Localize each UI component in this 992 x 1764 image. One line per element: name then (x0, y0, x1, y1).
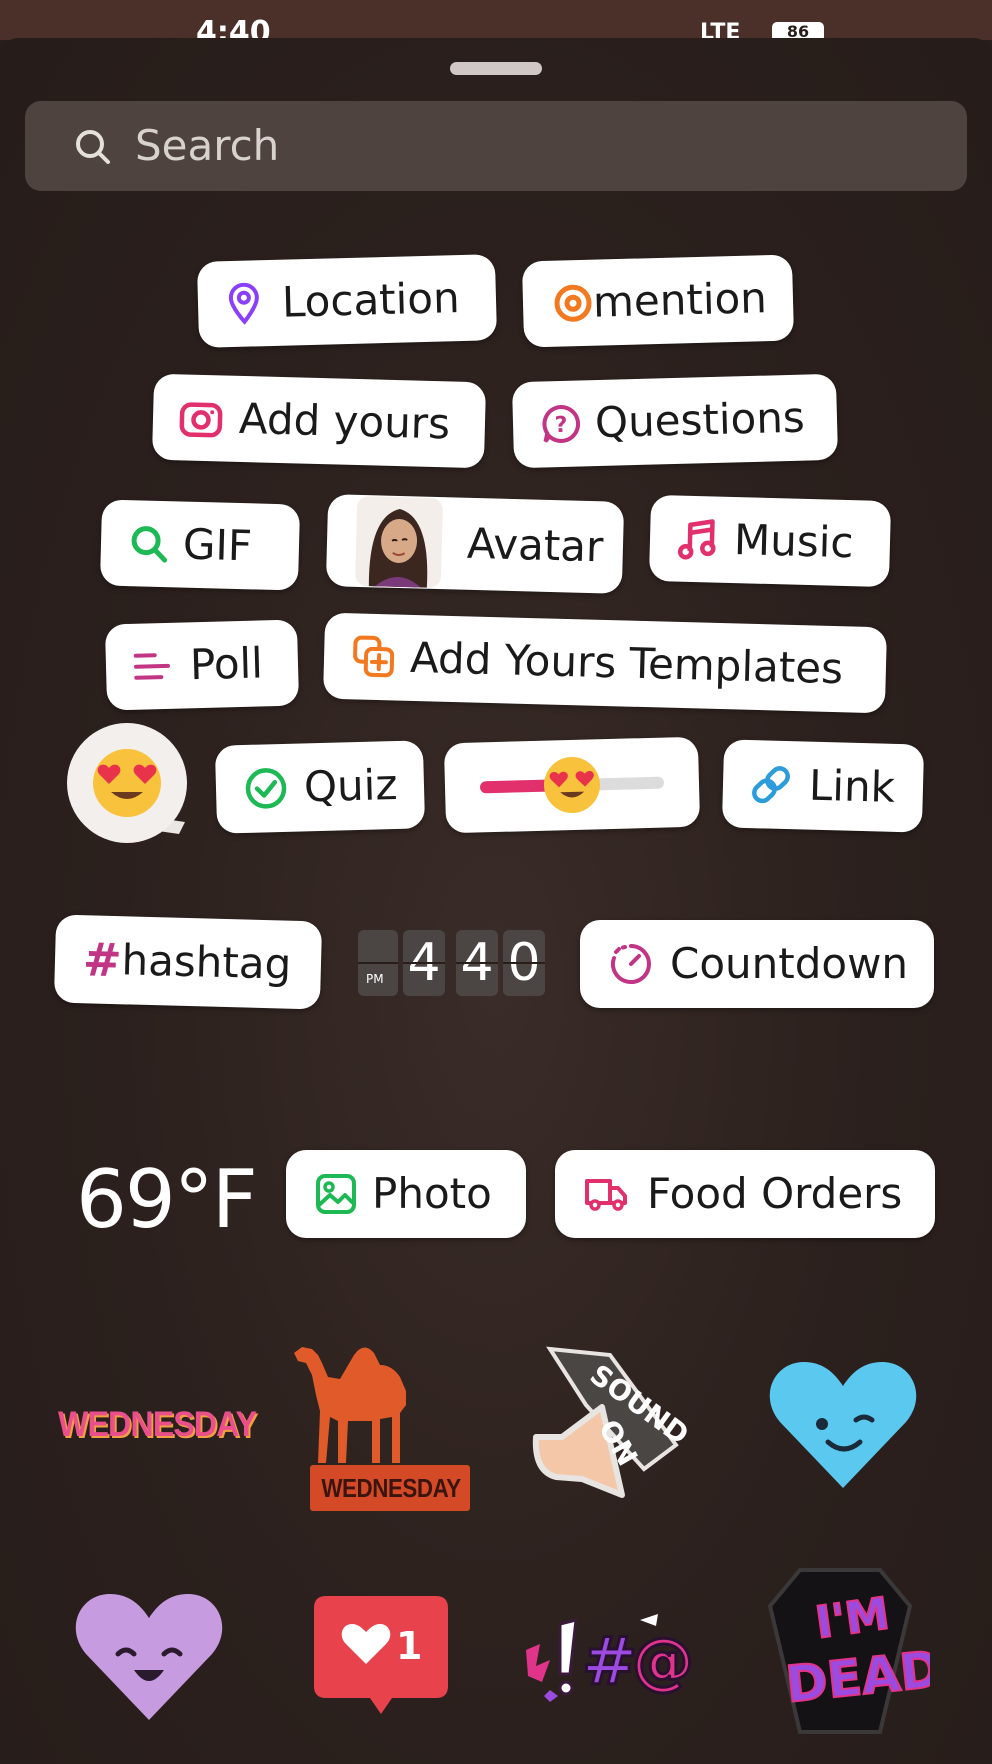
search-icon (127, 523, 172, 564)
templates-icon (352, 634, 397, 679)
food-orders-sticker[interactable]: Food Orders (555, 1150, 935, 1238)
photo-label: Photo (372, 1169, 492, 1218)
clock-sticker[interactable]: PM 4 4 0 (358, 930, 545, 996)
add-yours-sticker[interactable]: Add yours (151, 373, 487, 469)
camel-wednesday-sticker[interactable]: WEDNESDAY (288, 1335, 470, 1511)
blue-heart-icon (769, 1362, 917, 1488)
quiz-sticker[interactable]: Quiz (214, 740, 426, 834)
grawlix-sticker[interactable]: # @ (520, 1610, 710, 1714)
temperature-sticker[interactable]: 69°F (76, 1160, 258, 1240)
camera-icon (179, 397, 224, 438)
location-pin-icon (225, 282, 262, 325)
hashtag-sticker[interactable]: # hashtag (53, 914, 323, 1010)
hashtag-label: hashtag (120, 935, 292, 989)
food-orders-label: Food Orders (647, 1169, 903, 1218)
mention-sticker[interactable]: mention (521, 254, 795, 348)
link-sticker[interactable]: Link (721, 739, 925, 833)
link-label: Link (808, 760, 896, 812)
search-field[interactable]: Search (25, 101, 967, 191)
timer-icon (608, 942, 654, 986)
winking-heart-sticker[interactable] (768, 1358, 918, 1496)
poll-sticker[interactable]: Poll (104, 619, 300, 711)
add-yours-label: Add yours (238, 393, 451, 449)
search-placeholder: Search (135, 121, 280, 170)
purple-heart-icon (75, 1594, 223, 1720)
sticker-tray (0, 38, 992, 1764)
gif-label: GIF (182, 519, 253, 571)
checkmark-circle-icon (243, 766, 288, 811)
speaker-icon: SOUND ON (532, 1346, 695, 1498)
coffin-icon: I'M DEAD (767, 1568, 945, 1734)
countdown-sticker[interactable]: Countdown (580, 920, 934, 1008)
clock-minute-ones: 0 (503, 930, 545, 996)
poll-icon (132, 650, 173, 683)
question-icon: ? (541, 403, 582, 444)
grawlix-icon: # @ (526, 1614, 696, 1702)
wednesday-text-sticker[interactable]: WEDNESDAY (58, 1405, 273, 1445)
clock-ampm: PM (366, 972, 384, 986)
avatar-sticker[interactable]: Avatar (325, 494, 625, 594)
music-sticker[interactable]: Music (648, 494, 892, 588)
countdown-label: Countdown (670, 939, 909, 988)
add-yours-templates-sticker[interactable]: Add Yours Templates (322, 612, 888, 714)
questions-label: Questions (594, 392, 806, 448)
search-icon (73, 127, 113, 171)
location-sticker[interactable]: Location (196, 254, 498, 348)
avatar-image (354, 496, 444, 588)
add-yours-templates-label: Add Yours Templates (409, 632, 844, 694)
wednesday-text: WEDNESDAY (58, 1405, 257, 1444)
camel-day-label: WEDNESDAY (321, 1473, 461, 1503)
location-label: Location (281, 273, 461, 327)
delivery-truck-icon (583, 1177, 629, 1211)
mention-label: mention (592, 273, 768, 327)
music-note-icon (677, 517, 718, 562)
quiz-label: Quiz (303, 759, 399, 812)
im-dead-sticker[interactable]: I'M DEAD (760, 1566, 945, 1740)
hashtag-symbol: # (82, 932, 123, 988)
music-label: Music (733, 515, 855, 568)
link-icon (748, 762, 793, 807)
camel-day-badge: WEDNESDAY (310, 1465, 470, 1511)
heart-eyes-emoji-icon (544, 757, 600, 813)
like-count-sticker[interactable]: 1 (312, 1594, 450, 1722)
clock-ampm-block: PM (358, 930, 398, 996)
status-bar: 4:40 LTE 86 (0, 0, 992, 48)
svg-text:@: @ (632, 1624, 694, 1697)
avatar-label: Avatar (466, 518, 604, 572)
photo-icon (314, 1173, 358, 1215)
poll-label: Poll (189, 638, 264, 690)
clock-hour: 4 (403, 930, 445, 996)
emoji-slider-sticker[interactable] (443, 736, 701, 834)
photo-sticker[interactable]: Photo (286, 1150, 526, 1238)
svg-text:#: # (582, 1623, 637, 1700)
im-dead-text: I'M (812, 1588, 892, 1649)
at-icon (553, 283, 594, 324)
like-count: 1 (396, 1624, 423, 1668)
sound-on-sticker[interactable]: SOUND ON (526, 1345, 696, 1519)
smiling-heart-sticker[interactable] (74, 1590, 224, 1726)
sheet-grabber[interactable] (450, 62, 542, 75)
emoji-slider-track (480, 757, 664, 813)
gif-sticker[interactable]: GIF (99, 499, 301, 591)
clock-minute-tens: 4 (456, 930, 498, 996)
svg-text:?: ? (554, 413, 567, 438)
emoji-reaction-sticker[interactable] (67, 722, 189, 850)
questions-sticker[interactable]: ? Questions (511, 373, 839, 469)
camel-icon (294, 1347, 406, 1463)
